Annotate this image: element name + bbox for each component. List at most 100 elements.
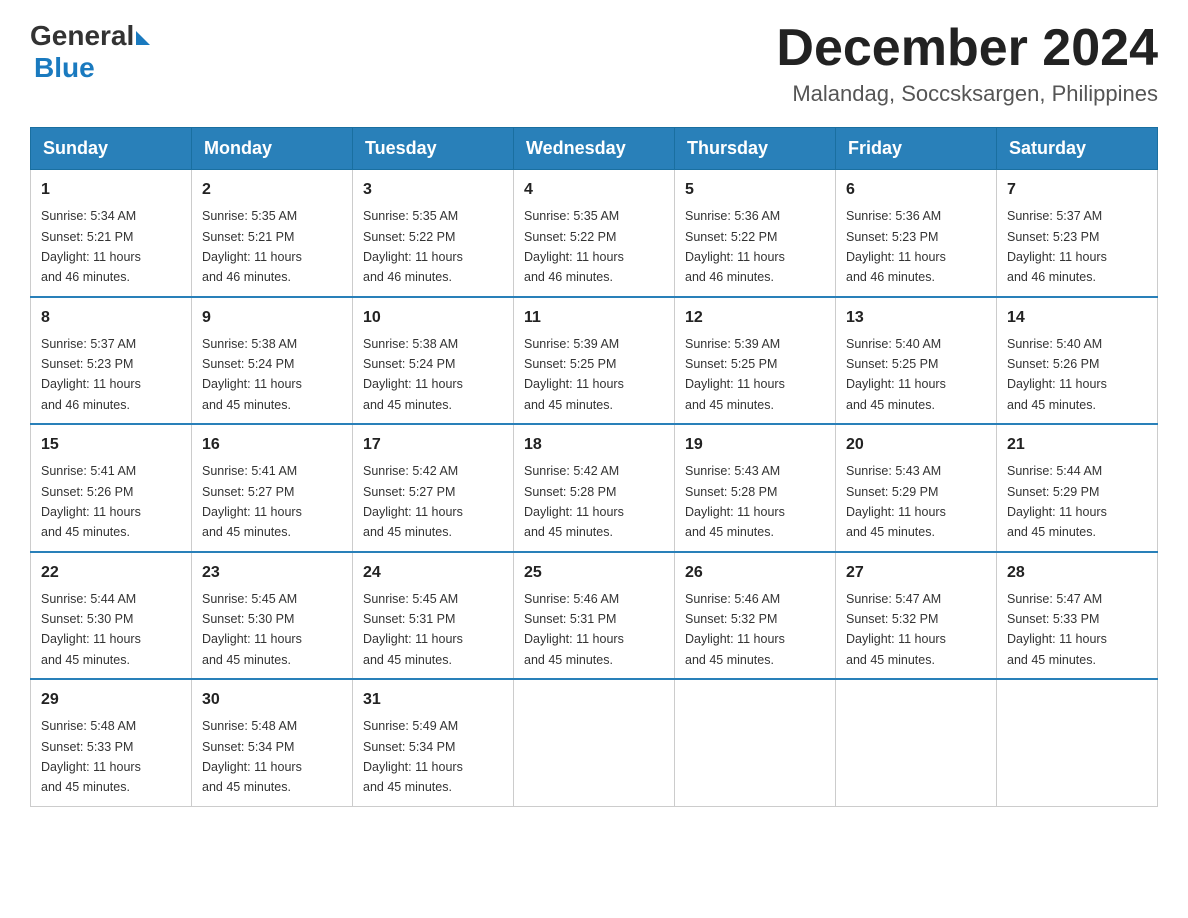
calendar-cell (514, 679, 675, 806)
day-number: 11 (524, 306, 664, 330)
logo-triangle-icon (136, 31, 150, 45)
calendar-cell: 21 Sunrise: 5:44 AMSunset: 5:29 PMDaylig… (997, 424, 1158, 552)
calendar-cell: 8 Sunrise: 5:37 AMSunset: 5:23 PMDayligh… (31, 297, 192, 425)
day-info: Sunrise: 5:49 AMSunset: 5:34 PMDaylight:… (363, 719, 463, 794)
day-info: Sunrise: 5:46 AMSunset: 5:31 PMDaylight:… (524, 592, 624, 667)
day-number: 25 (524, 561, 664, 585)
day-number: 14 (1007, 306, 1147, 330)
day-number: 5 (685, 178, 825, 202)
calendar-cell: 10 Sunrise: 5:38 AMSunset: 5:24 PMDaylig… (353, 297, 514, 425)
day-number: 29 (41, 688, 181, 712)
logo-blue: Blue (34, 52, 95, 84)
day-number: 27 (846, 561, 986, 585)
day-number: 2 (202, 178, 342, 202)
day-number: 10 (363, 306, 503, 330)
calendar-cell: 16 Sunrise: 5:41 AMSunset: 5:27 PMDaylig… (192, 424, 353, 552)
day-number: 20 (846, 433, 986, 457)
day-number: 24 (363, 561, 503, 585)
header-sunday: Sunday (31, 128, 192, 170)
day-number: 30 (202, 688, 342, 712)
calendar-cell: 13 Sunrise: 5:40 AMSunset: 5:25 PMDaylig… (836, 297, 997, 425)
header-thursday: Thursday (675, 128, 836, 170)
day-number: 22 (41, 561, 181, 585)
calendar-cell: 31 Sunrise: 5:49 AMSunset: 5:34 PMDaylig… (353, 679, 514, 806)
calendar-cell (997, 679, 1158, 806)
day-info: Sunrise: 5:39 AMSunset: 5:25 PMDaylight:… (524, 337, 624, 412)
calendar-cell: 26 Sunrise: 5:46 AMSunset: 5:32 PMDaylig… (675, 552, 836, 680)
day-number: 1 (41, 178, 181, 202)
header-friday: Friday (836, 128, 997, 170)
logo: General Blue (30, 20, 150, 84)
day-number: 21 (1007, 433, 1147, 457)
day-info: Sunrise: 5:35 AMSunset: 5:21 PMDaylight:… (202, 209, 302, 284)
calendar-subtitle: Malandag, Soccsksargen, Philippines (776, 81, 1158, 107)
calendar-cell (675, 679, 836, 806)
header-saturday: Saturday (997, 128, 1158, 170)
day-info: Sunrise: 5:45 AMSunset: 5:31 PMDaylight:… (363, 592, 463, 667)
day-info: Sunrise: 5:40 AMSunset: 5:25 PMDaylight:… (846, 337, 946, 412)
day-number: 31 (363, 688, 503, 712)
calendar-cell: 20 Sunrise: 5:43 AMSunset: 5:29 PMDaylig… (836, 424, 997, 552)
day-info: Sunrise: 5:42 AMSunset: 5:28 PMDaylight:… (524, 464, 624, 539)
calendar-cell: 9 Sunrise: 5:38 AMSunset: 5:24 PMDayligh… (192, 297, 353, 425)
day-number: 7 (1007, 178, 1147, 202)
day-number: 15 (41, 433, 181, 457)
calendar-cell: 22 Sunrise: 5:44 AMSunset: 5:30 PMDaylig… (31, 552, 192, 680)
day-info: Sunrise: 5:46 AMSunset: 5:32 PMDaylight:… (685, 592, 785, 667)
calendar-cell: 12 Sunrise: 5:39 AMSunset: 5:25 PMDaylig… (675, 297, 836, 425)
day-info: Sunrise: 5:37 AMSunset: 5:23 PMDaylight:… (1007, 209, 1107, 284)
day-info: Sunrise: 5:42 AMSunset: 5:27 PMDaylight:… (363, 464, 463, 539)
calendar-week-row: 8 Sunrise: 5:37 AMSunset: 5:23 PMDayligh… (31, 297, 1158, 425)
day-info: Sunrise: 5:47 AMSunset: 5:33 PMDaylight:… (1007, 592, 1107, 667)
calendar-cell: 11 Sunrise: 5:39 AMSunset: 5:25 PMDaylig… (514, 297, 675, 425)
calendar-cell: 15 Sunrise: 5:41 AMSunset: 5:26 PMDaylig… (31, 424, 192, 552)
day-info: Sunrise: 5:35 AMSunset: 5:22 PMDaylight:… (524, 209, 624, 284)
page-header: General Blue December 2024 Malandag, Soc… (30, 20, 1158, 107)
day-number: 18 (524, 433, 664, 457)
day-info: Sunrise: 5:43 AMSunset: 5:28 PMDaylight:… (685, 464, 785, 539)
day-number: 23 (202, 561, 342, 585)
calendar-cell: 19 Sunrise: 5:43 AMSunset: 5:28 PMDaylig… (675, 424, 836, 552)
day-info: Sunrise: 5:48 AMSunset: 5:34 PMDaylight:… (202, 719, 302, 794)
header-tuesday: Tuesday (353, 128, 514, 170)
day-number: 12 (685, 306, 825, 330)
day-info: Sunrise: 5:36 AMSunset: 5:23 PMDaylight:… (846, 209, 946, 284)
calendar-cell: 27 Sunrise: 5:47 AMSunset: 5:32 PMDaylig… (836, 552, 997, 680)
calendar-cell: 17 Sunrise: 5:42 AMSunset: 5:27 PMDaylig… (353, 424, 514, 552)
day-info: Sunrise: 5:48 AMSunset: 5:33 PMDaylight:… (41, 719, 141, 794)
calendar-cell: 3 Sunrise: 5:35 AMSunset: 5:22 PMDayligh… (353, 170, 514, 297)
day-info: Sunrise: 5:35 AMSunset: 5:22 PMDaylight:… (363, 209, 463, 284)
day-number: 8 (41, 306, 181, 330)
calendar-cell: 14 Sunrise: 5:40 AMSunset: 5:26 PMDaylig… (997, 297, 1158, 425)
calendar-cell: 28 Sunrise: 5:47 AMSunset: 5:33 PMDaylig… (997, 552, 1158, 680)
day-info: Sunrise: 5:38 AMSunset: 5:24 PMDaylight:… (202, 337, 302, 412)
day-number: 17 (363, 433, 503, 457)
calendar-cell: 29 Sunrise: 5:48 AMSunset: 5:33 PMDaylig… (31, 679, 192, 806)
calendar-cell: 24 Sunrise: 5:45 AMSunset: 5:31 PMDaylig… (353, 552, 514, 680)
calendar-cell: 23 Sunrise: 5:45 AMSunset: 5:30 PMDaylig… (192, 552, 353, 680)
calendar-cell: 4 Sunrise: 5:35 AMSunset: 5:22 PMDayligh… (514, 170, 675, 297)
calendar-cell: 5 Sunrise: 5:36 AMSunset: 5:22 PMDayligh… (675, 170, 836, 297)
calendar-week-row: 15 Sunrise: 5:41 AMSunset: 5:26 PMDaylig… (31, 424, 1158, 552)
day-info: Sunrise: 5:45 AMSunset: 5:30 PMDaylight:… (202, 592, 302, 667)
calendar-cell: 6 Sunrise: 5:36 AMSunset: 5:23 PMDayligh… (836, 170, 997, 297)
day-info: Sunrise: 5:44 AMSunset: 5:30 PMDaylight:… (41, 592, 141, 667)
day-info: Sunrise: 5:38 AMSunset: 5:24 PMDaylight:… (363, 337, 463, 412)
calendar-table: Sunday Monday Tuesday Wednesday Thursday… (30, 127, 1158, 807)
day-info: Sunrise: 5:36 AMSunset: 5:22 PMDaylight:… (685, 209, 785, 284)
day-info: Sunrise: 5:40 AMSunset: 5:26 PMDaylight:… (1007, 337, 1107, 412)
day-number: 19 (685, 433, 825, 457)
calendar-cell: 2 Sunrise: 5:35 AMSunset: 5:21 PMDayligh… (192, 170, 353, 297)
day-info: Sunrise: 5:47 AMSunset: 5:32 PMDaylight:… (846, 592, 946, 667)
day-number: 16 (202, 433, 342, 457)
day-number: 13 (846, 306, 986, 330)
day-number: 26 (685, 561, 825, 585)
day-number: 6 (846, 178, 986, 202)
calendar-cell: 25 Sunrise: 5:46 AMSunset: 5:31 PMDaylig… (514, 552, 675, 680)
day-info: Sunrise: 5:43 AMSunset: 5:29 PMDaylight:… (846, 464, 946, 539)
day-info: Sunrise: 5:34 AMSunset: 5:21 PMDaylight:… (41, 209, 141, 284)
calendar-cell: 7 Sunrise: 5:37 AMSunset: 5:23 PMDayligh… (997, 170, 1158, 297)
logo-general: General (30, 20, 134, 52)
day-info: Sunrise: 5:39 AMSunset: 5:25 PMDaylight:… (685, 337, 785, 412)
calendar-header-row: Sunday Monday Tuesday Wednesday Thursday… (31, 128, 1158, 170)
